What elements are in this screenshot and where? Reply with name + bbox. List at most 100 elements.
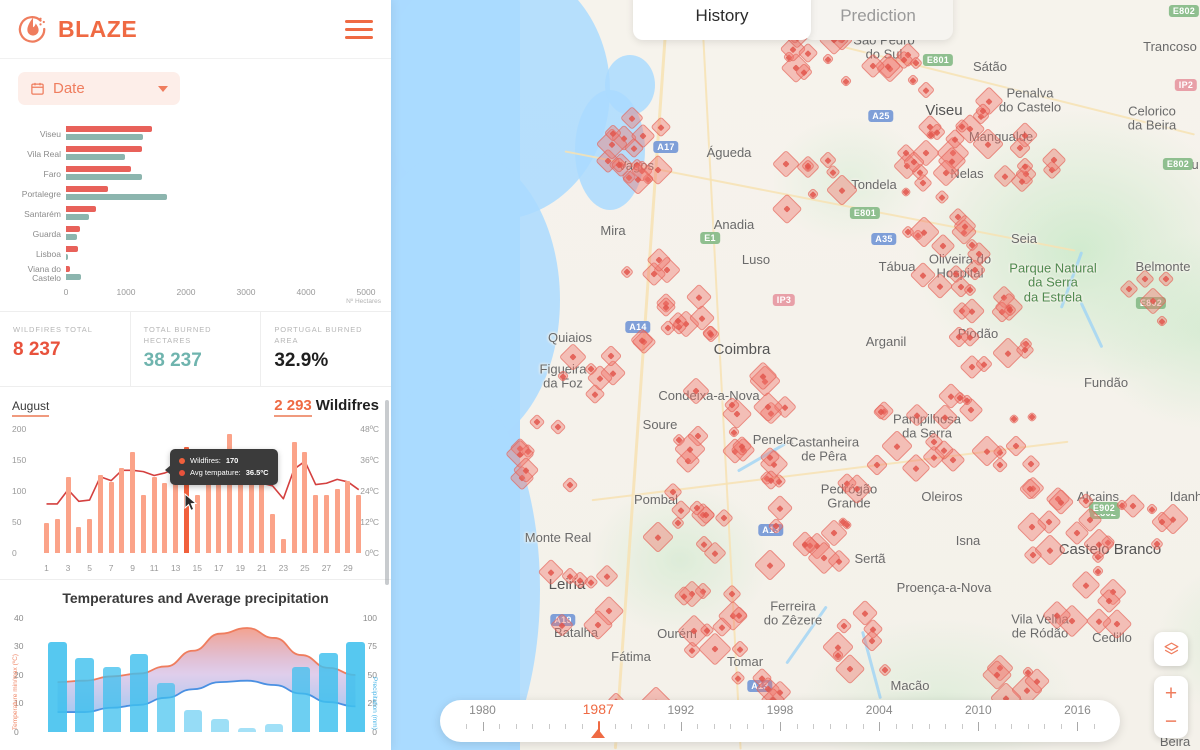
date-filter-dropdown[interactable]: Date	[18, 72, 180, 105]
month-bar[interactable]	[97, 474, 103, 553]
view-tabs[interactable]: History Prediction	[633, 0, 953, 40]
timeline-tick	[746, 724, 748, 729]
map-place-label: Penela	[752, 431, 794, 447]
hamburger-menu-icon[interactable]	[345, 19, 373, 39]
month-bar[interactable]	[334, 488, 340, 553]
region-bar-row[interactable]: Viana do Castelo	[10, 264, 377, 284]
month-bar[interactable]	[140, 495, 146, 553]
timeline-year[interactable]: 2016	[1064, 703, 1091, 717]
wildfire-map[interactable]: São Pedro do Sul Sátão Trancoso Penalva do Ca…	[390, 0, 1200, 750]
region-axis-tick: 1000	[116, 287, 136, 297]
timeline-year[interactable]: 2004	[866, 703, 893, 717]
map-lagoon	[605, 55, 655, 115]
panel-scrollbar[interactable]	[385, 400, 389, 585]
month-bar[interactable]	[119, 468, 125, 553]
precipitation-bar	[265, 723, 284, 732]
month-bar[interactable]	[345, 481, 351, 553]
zoom-out-button[interactable]: −	[1154, 704, 1188, 738]
precipitation-bar	[346, 641, 365, 732]
region-bar-hectares	[66, 214, 90, 220]
timeline-year[interactable]: 1992	[667, 703, 694, 717]
month-bar[interactable]	[291, 442, 297, 553]
region-axis-tick: 5000	[356, 287, 376, 297]
layers-icon[interactable]	[1154, 632, 1188, 666]
month-bar[interactable]	[151, 477, 157, 553]
mouse-cursor	[184, 492, 198, 517]
region-bar-row[interactable]: Lisboa	[10, 244, 377, 264]
region-bar-row[interactable]: Vila Real	[10, 144, 377, 164]
temperature-precipitation-section: Temperatures and Average precipitation 0…	[0, 578, 391, 737]
panel-scroll-area[interactable]: Viseu Vila Real Faro Portalegre Santarém Guar…	[0, 118, 391, 750]
month-chart[interactable]: 0 50 100 150 200 0ºC 12ºC 24ºC 36ºC 48ºC 1 3 5 7 9 11…	[12, 424, 379, 575]
month-y-tick-right: 36ºC	[360, 454, 379, 465]
month-bar[interactable]	[270, 514, 276, 553]
timeline-year[interactable]: 1980	[469, 703, 496, 717]
flame-circle-icon	[18, 14, 48, 44]
layers-control[interactable]	[1154, 632, 1188, 666]
timeline-tick	[1027, 724, 1029, 729]
month-bar[interactable]	[280, 539, 286, 553]
month-bar[interactable]	[130, 452, 136, 553]
month-bar[interactable]	[87, 519, 93, 553]
timeline-year[interactable]: 2010	[965, 703, 992, 717]
timeline-selected-year[interactable]: 1987	[583, 701, 614, 717]
date-filter-label: Date	[53, 80, 85, 97]
timeline-tick	[763, 724, 765, 729]
timeline-tick	[713, 724, 715, 729]
month-x-tick: 1	[44, 562, 49, 573]
month-bar[interactable]	[65, 477, 71, 553]
month-bar[interactable]	[162, 483, 168, 553]
map-controls[interactable]: + −	[1154, 632, 1188, 738]
timeline-tick	[994, 724, 996, 729]
region-bar-row[interactable]: Faro	[10, 164, 377, 184]
timeline-handle[interactable]	[591, 729, 606, 738]
tab-prediction[interactable]: Prediction	[803, 0, 953, 40]
timeline-tick	[581, 724, 583, 729]
map-route-shield: E801	[849, 207, 881, 219]
month-x-tick: 9	[130, 562, 135, 573]
timeline-tick	[499, 724, 501, 729]
month-name[interactable]: August	[12, 399, 50, 417]
timeline-tick	[515, 724, 517, 729]
tooltip-temp-value: 36.5ºC	[245, 467, 269, 477]
timeline-ticks[interactable]	[440, 721, 1120, 738]
map-place-label: Trancoso	[1143, 38, 1197, 54]
map-place-label: Celorico da Beira	[1127, 103, 1177, 133]
month-bar[interactable]	[44, 523, 49, 553]
map-place-label: Castanheira de Pêra	[788, 434, 860, 464]
region-bar-row[interactable]: Viseu	[10, 124, 377, 144]
month-x-tick: 5	[87, 562, 92, 573]
map-place-label: Tábua	[878, 258, 916, 274]
timeline-tick	[813, 724, 815, 729]
month-x-tick: 7	[108, 562, 114, 573]
tooltip-wildfires-label: Wildfires:	[190, 455, 221, 465]
year-timeline-slider[interactable]: 1980 1987 1992 1998 2004 2010 2016	[440, 700, 1120, 742]
precipitation-bar	[292, 666, 311, 732]
timeline-year[interactable]: 1998	[767, 703, 794, 717]
temp-y-tick-left: 40	[14, 612, 24, 623]
chart-tooltip: Wildfires: 170 Avg tempature: 36.5ºC	[165, 448, 278, 485]
month-chart-plot[interactable]	[42, 429, 362, 553]
region-bar-row[interactable]: Santarém	[10, 204, 377, 224]
region-label: Santarém	[24, 208, 61, 219]
map-route-shield: IP3	[772, 294, 796, 306]
tab-history[interactable]: History	[633, 0, 811, 40]
temp-chart-title: Temperatures and Average precipitation	[62, 589, 329, 606]
month-bar[interactable]	[108, 482, 114, 553]
kpi-value: 38 237	[143, 349, 202, 371]
month-bar[interactable]	[54, 519, 60, 553]
month-bar[interactable]	[302, 452, 308, 553]
month-bar[interactable]	[76, 527, 82, 553]
region-bars	[66, 165, 377, 183]
timeline-tick	[1060, 724, 1062, 729]
zoom-control[interactable]: + −	[1154, 676, 1188, 738]
precipitation-bar	[75, 657, 94, 732]
tab-prediction-label: Prediction	[840, 6, 916, 25]
month-bar[interactable]	[323, 495, 329, 553]
region-bar-row[interactable]: Guarda	[10, 224, 377, 244]
month-bar[interactable]	[356, 495, 362, 553]
region-bar-row[interactable]: Portalegre	[10, 184, 377, 204]
kpi-title: TOTAL BURNED HECTARES	[143, 325, 212, 345]
temp-y-tick-left: 30	[14, 641, 24, 652]
month-bar[interactable]	[313, 495, 319, 553]
